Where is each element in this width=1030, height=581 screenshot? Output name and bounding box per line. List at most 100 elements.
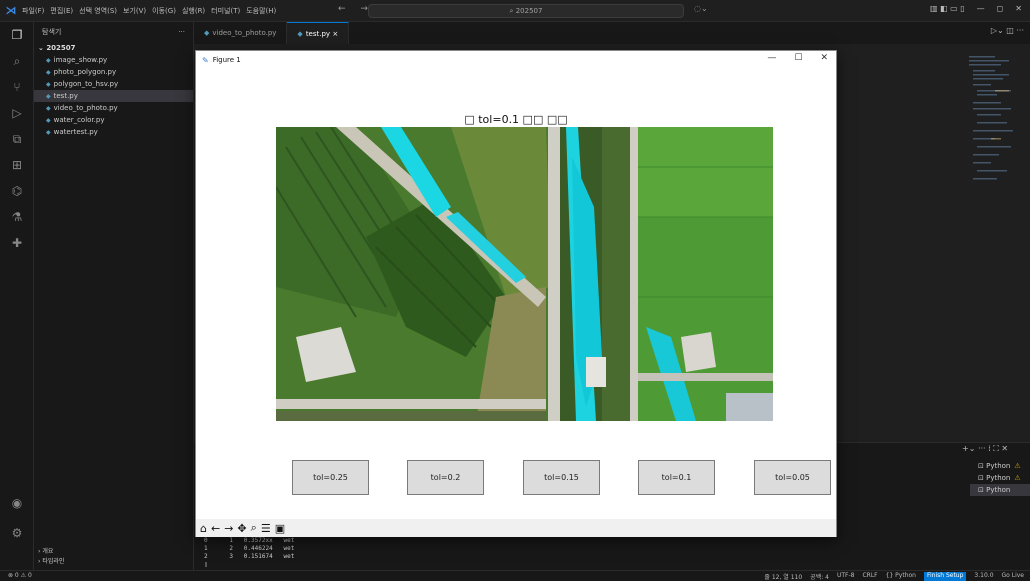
tol-0.1-button[interactable]: tol=0.1	[638, 460, 715, 495]
menu-help[interactable]: 도움말(H)	[246, 6, 276, 16]
figure-canvas[interactable]: □ tol=0.1 □□ □□ tol=0.25 tol=0.2 tol=0.1…	[196, 69, 836, 519]
finish-setup-button[interactable]: Finish Setup	[923, 572, 967, 581]
file-item[interactable]: ◆ watertest.py	[34, 126, 193, 138]
minimize-icon[interactable]: —	[977, 4, 985, 13]
save-icon[interactable]: ▣	[275, 522, 285, 535]
tab-close-icon[interactable]: ×	[332, 30, 338, 38]
python-icon[interactable]: ✚	[7, 236, 27, 256]
run-debug-icon[interactable]: ▷	[7, 106, 27, 126]
terminal-row: 0 1 0.3572xx wet	[204, 537, 295, 544]
copilot-icon[interactable]: ◌⌄	[694, 4, 708, 13]
go-live-button[interactable]: Go Live	[1002, 572, 1024, 581]
command-center-search[interactable]: ⌕ 202507	[368, 4, 684, 18]
file-item-active[interactable]: ◆ test.py	[34, 90, 193, 102]
window-controls: ▥ ◧ ▭ ▯ — ◻ ✕	[930, 4, 1022, 13]
file-item[interactable]: ◆ photo_polygon.py	[34, 66, 193, 78]
file-item[interactable]: ◆ polygon_to_hsv.py	[34, 78, 193, 90]
python-file-icon: ◆	[46, 81, 51, 88]
terminal-session-active[interactable]: ⊡ Python	[970, 484, 1030, 496]
run-python-icon[interactable]: ▷⌄ ◫ ···	[991, 26, 1024, 35]
file-item[interactable]: ◆ image_show.py	[34, 54, 193, 66]
menu-file[interactable]: 파일(F)	[22, 6, 44, 16]
search-text: 202507	[515, 7, 543, 15]
extensions-icon[interactable]: ⊞	[7, 158, 27, 178]
figure-window-controls: — ☐ ✕	[767, 53, 828, 63]
figure-titlebar[interactable]: ✎ Figure 1 — ☐ ✕	[196, 51, 836, 69]
file-item[interactable]: ◆ water_color.py	[34, 114, 193, 126]
back-icon[interactable]: ←	[211, 522, 220, 535]
maximize-icon[interactable]: ◻	[997, 4, 1004, 13]
sidebar-bottom-sections: › 개요 › 타임라인	[34, 547, 194, 567]
menu-bar: 파일(F) 편집(E) 선택 영역(S) 보기(V) 이동(G) 실행(R) 터…	[22, 6, 276, 16]
terminal-icon: ⊡	[978, 462, 987, 470]
folder-name: 202507	[46, 44, 76, 52]
layout-icon[interactable]: ▥ ◧ ▭ ▯	[930, 4, 965, 13]
pan-icon[interactable]: ✥	[237, 522, 246, 535]
menu-edit[interactable]: 편집(E)	[50, 6, 73, 16]
python-file-icon: ◆	[46, 57, 51, 64]
minimap[interactable]	[965, 50, 1025, 190]
activity-bar: ❐ ⌕ ⑂ ▷ ⧉ ⊞ ⌬ ⚗ ✚ ◉ ⚙	[0, 22, 34, 581]
encoding[interactable]: UTF-8	[837, 572, 855, 581]
panel-actions[interactable]: +⌄ ··· ⁞ ⛶ ✕	[962, 444, 1008, 454]
account-icon[interactable]: ◉	[7, 496, 27, 516]
language-mode[interactable]: {} Python	[886, 572, 916, 581]
explorer-header: 탐색기 ···	[34, 22, 193, 42]
vscode-logo-icon: ⋊	[5, 4, 17, 17]
python-file-icon: ◆	[46, 93, 51, 100]
timeline-section[interactable]: › 타임라인	[34, 557, 194, 567]
terminal-cursor: ▯	[204, 561, 208, 568]
file-item[interactable]: ◆ video_to_photo.py	[34, 102, 193, 114]
terminal-session[interactable]: ⊡ Python ⚠	[970, 460, 1030, 472]
line-ending[interactable]: CRLF	[862, 572, 877, 581]
close-icon[interactable]: ✕	[820, 53, 828, 63]
aerial-image	[276, 127, 773, 421]
python-file-icon: ◆	[204, 29, 210, 37]
figure-window[interactable]: ✎ Figure 1 — ☐ ✕ □ tol=0.1 □□ □□ tol=0.2…	[195, 50, 837, 537]
problems-status[interactable]: ⊗ 0 ⚠ 0	[8, 572, 32, 579]
warning-icon: ⚠	[1014, 474, 1021, 482]
indentation[interactable]: 공백: 4	[810, 572, 829, 581]
plot-title: □ tol=0.1 □□ □□	[464, 113, 568, 126]
terminal-session[interactable]: ⊡ Python ⚠	[970, 472, 1030, 484]
cursor-position[interactable]: 줄 12, 열 110	[764, 572, 802, 581]
tol-0.05-button[interactable]: tol=0.05	[754, 460, 831, 495]
tab-video-to-photo[interactable]: ◆ video_to_photo.py	[194, 22, 288, 44]
search-icon[interactable]: ⌕	[7, 54, 27, 74]
terminal-icon: ⊡	[978, 474, 987, 482]
chat-icon[interactable]: ⌬	[7, 184, 27, 204]
matplotlib-icon: ✎	[202, 55, 209, 65]
menu-run[interactable]: 실행(R)	[182, 6, 205, 16]
home-icon[interactable]: ⌂	[200, 522, 207, 535]
python-file-icon: ◆	[46, 129, 51, 136]
explorer-sidebar: 탐색기 ··· ⌄ 202507 ◆ image_show.py ◆ photo_p…	[34, 22, 194, 581]
maximize-icon[interactable]: ☐	[794, 53, 802, 63]
python-file-icon: ◆	[46, 69, 51, 76]
settings-icon[interactable]: ⚙	[7, 526, 27, 546]
tol-0.15-button[interactable]: tol=0.15	[523, 460, 600, 495]
workspace-folder[interactable]: ⌄ 202507	[34, 42, 193, 54]
configure-icon[interactable]: ☰	[261, 522, 271, 535]
zoom-icon[interactable]: ⌕	[251, 521, 257, 535]
outline-section[interactable]: › 개요	[34, 547, 194, 557]
source-control-icon[interactable]: ⑂	[7, 80, 27, 100]
menu-view[interactable]: 보기(V)	[123, 6, 146, 16]
minimize-icon[interactable]: —	[767, 53, 776, 63]
figure-title: Figure 1	[212, 56, 241, 64]
menu-go[interactable]: 이동(G)	[152, 6, 176, 16]
more-actions-icon[interactable]: ···	[178, 22, 185, 42]
python-version[interactable]: 3.10.0	[974, 572, 993, 581]
tol-0.25-button[interactable]: tol=0.25	[292, 460, 369, 495]
status-bar: ⊗ 0 ⚠ 0 줄 12, 열 110 공백: 4 UTF-8 CRLF {} …	[0, 570, 1030, 581]
testing-icon[interactable]: ⚗	[7, 210, 27, 230]
forward-icon[interactable]: →	[224, 522, 233, 535]
explorer-icon[interactable]: ❐	[7, 28, 27, 48]
menu-selection[interactable]: 선택 영역(S)	[79, 6, 117, 16]
close-icon[interactable]: ✕	[1015, 4, 1022, 13]
tab-test[interactable]: ◆ test.py ×	[287, 22, 350, 44]
remote-icon[interactable]: ⧉	[7, 132, 27, 152]
terminal-row: 2 3 0.151674 wet	[204, 553, 295, 560]
status-right: 줄 12, 열 110 공백: 4 UTF-8 CRLF {} Python F…	[764, 572, 1024, 581]
menu-terminal[interactable]: 터미널(T)	[211, 6, 240, 16]
tol-0.2-button[interactable]: tol=0.2	[407, 460, 484, 495]
